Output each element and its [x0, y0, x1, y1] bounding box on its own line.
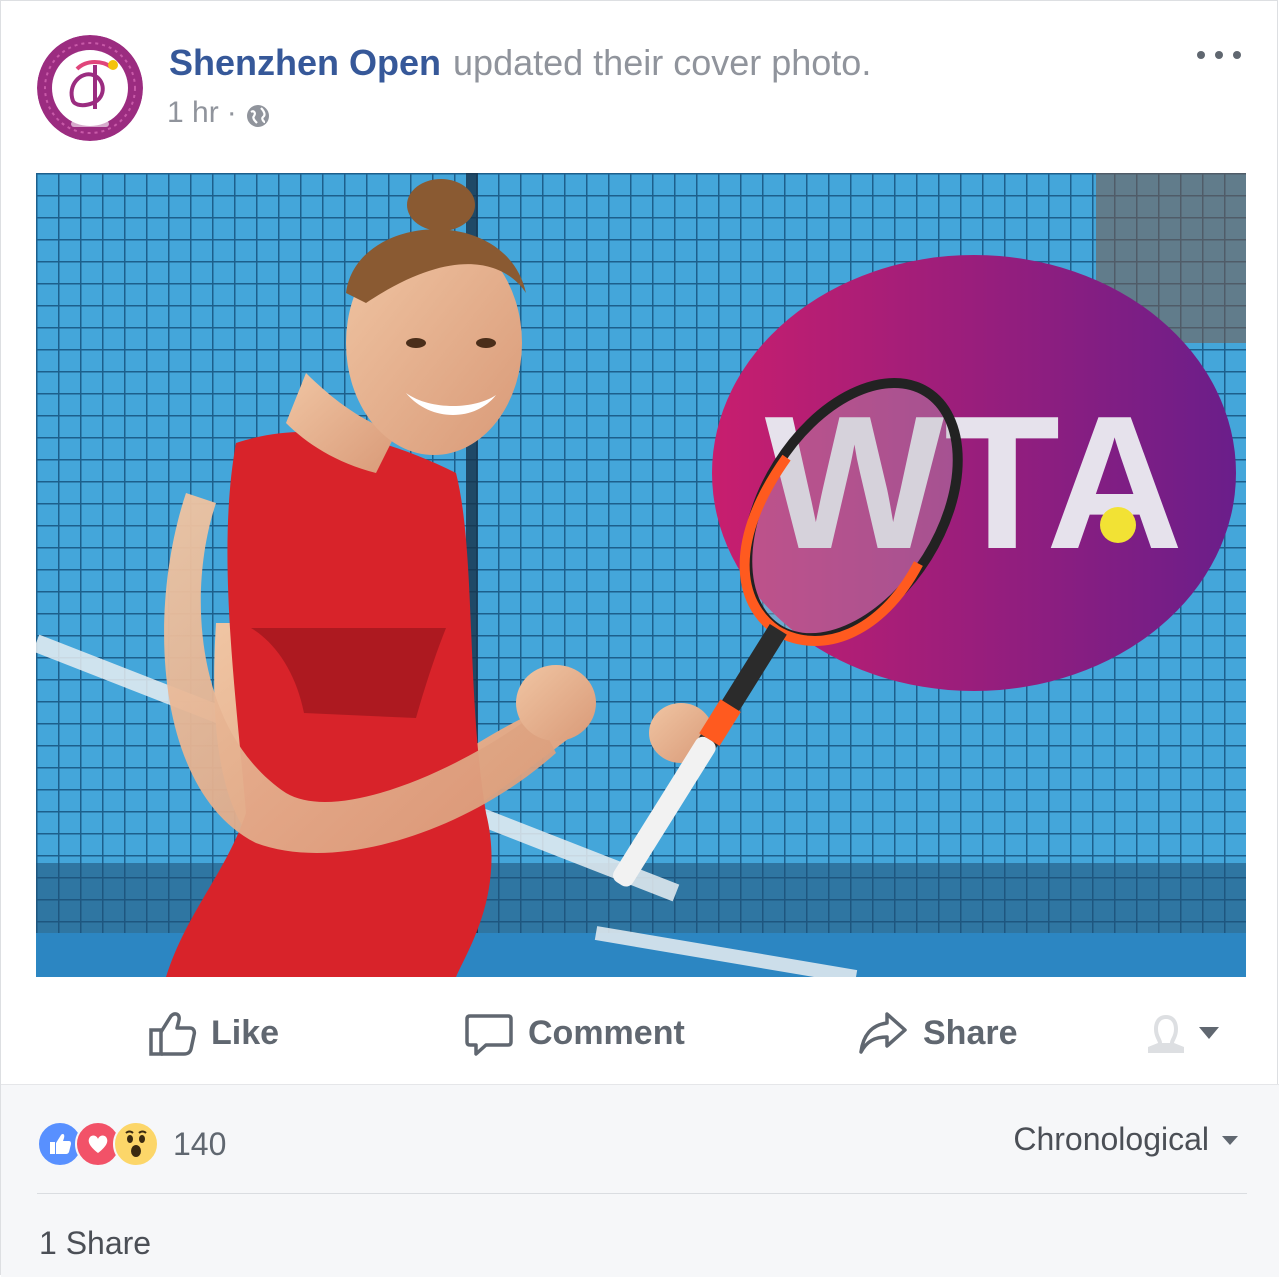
audience-selector[interactable]: [1144, 991, 1220, 1075]
post-timestamp[interactable]: 1 hr: [167, 93, 219, 133]
post-meta: 1 hr ·: [167, 93, 271, 133]
post-action-text: updated their cover photo.: [453, 42, 872, 83]
comment-bubble-icon: [465, 1014, 513, 1056]
chevron-down-icon: [1199, 1027, 1219, 1039]
share-label: Share: [923, 1013, 1018, 1052]
share-arrow-icon: [859, 1012, 907, 1054]
reactions-summary[interactable]: 140: [37, 1121, 226, 1167]
post-footer: 140 Chronological 1 Share: [1, 1084, 1279, 1277]
person-silhouette-icon: [1148, 1015, 1184, 1053]
like-label: Like: [211, 1013, 280, 1052]
ellipsis-icon: [1197, 51, 1205, 59]
comment-label: Comment: [528, 1013, 685, 1052]
ellipsis-dot: [1215, 51, 1223, 59]
cover-photo[interactable]: WTA: [36, 173, 1246, 977]
ellipsis-dot: [1233, 51, 1241, 59]
footer-divider: [37, 1193, 1247, 1194]
page-avatar[interactable]: [37, 35, 143, 141]
comment-order-label: Chronological: [1013, 1121, 1209, 1157]
thumbs-up-icon: [149, 1012, 197, 1056]
author-link[interactable]: Shenzhen Open: [169, 42, 441, 83]
comment-button[interactable]: Comment: [464, 991, 685, 1075]
reaction-count: 140: [173, 1125, 227, 1162]
meta-separator: ·: [226, 96, 237, 129]
comment-order-dropdown[interactable]: Chronological: [1013, 1121, 1239, 1158]
cover-photo-image: WTA: [36, 173, 1246, 977]
share-button[interactable]: Share: [857, 991, 1018, 1075]
shenzhen-open-logo: [37, 35, 143, 141]
more-options-button[interactable]: [1197, 43, 1241, 67]
wow-reaction-icon: [113, 1121, 159, 1167]
post-headline: Shenzhen Open updated their cover photo.: [169, 41, 871, 85]
feed-post: Shenzhen Open updated their cover photo. …: [0, 0, 1279, 1277]
globe-icon[interactable]: [245, 100, 271, 127]
caret-down-icon: [1222, 1135, 1238, 1145]
post-action-bar: Like Comment Share: [1, 991, 1279, 1075]
shares-count[interactable]: 1 Share: [39, 1225, 151, 1262]
like-button[interactable]: Like: [147, 991, 279, 1075]
